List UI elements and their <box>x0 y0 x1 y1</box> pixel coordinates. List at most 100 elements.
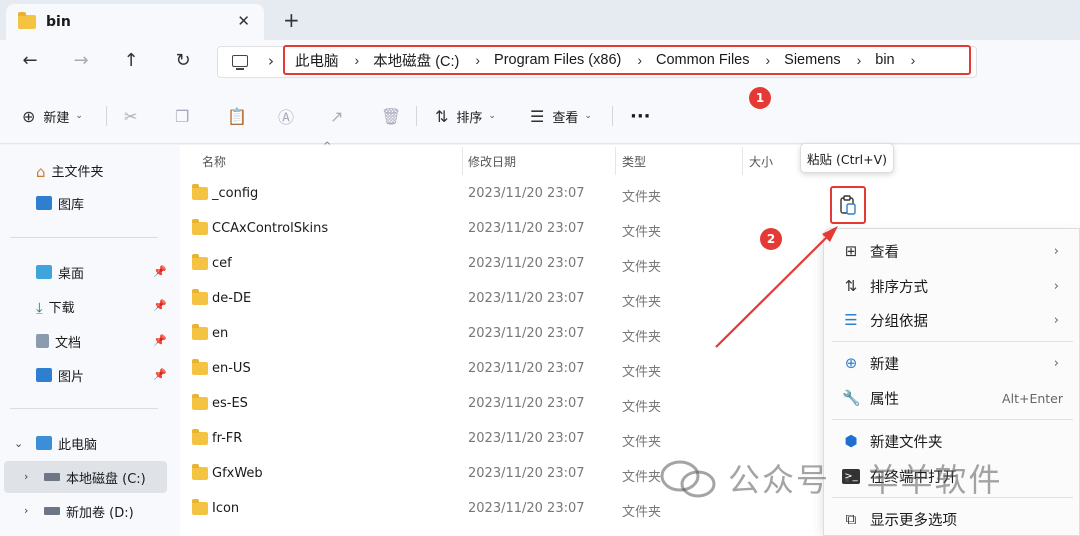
chevron-right-icon[interactable]: › <box>24 504 28 517</box>
breadcrumb-program-files[interactable]: Program Files (x86) <box>494 52 621 68</box>
sidebar-item-label: 主文件夹 <box>51 164 104 180</box>
paste-button[interactable]: 📋 <box>227 104 255 128</box>
tab-bin[interactable]: bin ✕ <box>6 4 264 40</box>
more-options-button[interactable]: ··· <box>630 104 651 128</box>
sidebar-item-desktop[interactable]: 桌面 <box>36 257 84 287</box>
grid-icon: ⊞ <box>844 242 858 260</box>
file-name: cef <box>212 256 232 271</box>
cut-button[interactable]: ✂ <box>124 104 145 128</box>
breadcrumb-bin[interactable]: bin <box>875 52 894 68</box>
file-name: en <box>212 326 229 341</box>
pin-icon[interactable]: 📌 <box>153 299 167 312</box>
menu-item-new-folder[interactable]: ⬢ 新建文件夹 <box>824 424 1080 458</box>
sort-icon: ⇅ <box>435 106 449 126</box>
pin-icon[interactable]: 📌 <box>153 334 167 347</box>
up-button[interactable]: ↑ <box>117 50 145 74</box>
wrench-icon: 🔧 <box>842 389 861 407</box>
new-tab-button[interactable]: + <box>283 8 300 32</box>
sidebar-item-downloads[interactable]: ⤓ 下载 <box>36 291 75 321</box>
sidebar-item-pictures[interactable]: 图片 <box>36 360 84 390</box>
file-row[interactable]: _config 2023/11/20 23:07 文件夹 <box>180 178 820 213</box>
menu-item-label: 属性 <box>870 391 899 408</box>
menu-item-group-by[interactable]: ☰ 分组依据 › <box>824 303 1080 337</box>
menu-item-show-more[interactable]: ⧉ 显示更多选项 <box>824 502 1080 536</box>
column-divider[interactable] <box>615 147 616 175</box>
sidebar-item-label: 新加卷 (D:) <box>66 505 134 521</box>
share-button[interactable]: ↗ <box>330 104 351 128</box>
list-icon: ☰ <box>844 311 858 329</box>
chevron-right-icon[interactable]: › <box>475 52 480 68</box>
divider <box>832 419 1073 420</box>
close-tab-icon[interactable]: ✕ <box>237 12 250 30</box>
column-header-date[interactable]: 修改日期 <box>468 153 516 170</box>
copy-button[interactable]: ❐ <box>175 104 197 128</box>
chevron-right-icon[interactable]: › <box>24 470 28 483</box>
desktop-icon <box>36 265 52 279</box>
menu-item-label: 新建 <box>870 356 899 373</box>
file-row[interactable]: CCAxControlSkins 2023/11/20 23:07 文件夹 <box>180 213 820 248</box>
menu-item-properties[interactable]: 🔧 属性 Alt+Enter <box>824 381 1080 415</box>
sidebar-item-this-pc[interactable]: 此电脑 <box>36 428 97 458</box>
sidebar-item-home[interactable]: ⌂ 主文件夹 <box>36 155 104 185</box>
sidebar-item-label: 图片 <box>58 369 85 385</box>
folder-icon <box>192 289 208 305</box>
column-divider[interactable] <box>462 147 463 175</box>
sidebar-item-local-disk-c[interactable]: 本地磁盘 (C:) <box>44 462 146 492</box>
column-header-name[interactable]: 名称 <box>202 153 226 170</box>
sidebar-item-documents[interactable]: 文档 <box>36 326 81 356</box>
view-button[interactable]: ☰ 查看 ⌄ <box>530 104 592 128</box>
new-button[interactable]: ⊕ 新建 ⌄ <box>22 104 83 128</box>
file-date: 2023/11/20 23:07 <box>468 431 585 446</box>
file-row[interactable]: de-DE 2023/11/20 23:07 文件夹 <box>180 283 820 318</box>
file-row[interactable]: en 2023/11/20 23:07 文件夹 <box>180 318 820 353</box>
chevron-right-icon[interactable]: › <box>857 52 862 68</box>
file-date: 2023/11/20 23:07 <box>468 291 585 306</box>
context-paste-button[interactable] <box>830 186 866 224</box>
watermark: 公众号 · 羊羊软件 <box>658 455 1003 501</box>
chevron-down-icon: ⌄ <box>584 111 592 121</box>
sidebar-item-gallery[interactable]: 图库 <box>36 188 84 218</box>
chevron-down-icon[interactable]: ⌄ <box>14 437 23 450</box>
computer-icon <box>36 436 52 450</box>
file-row[interactable]: en-US 2023/11/20 23:07 文件夹 <box>180 353 820 388</box>
folder-icon <box>192 394 208 410</box>
folder-icon <box>192 219 208 235</box>
trash-icon: 🗑 <box>381 106 402 126</box>
chevron-right-icon[interactable]: › <box>911 52 916 68</box>
breadcrumb-this-pc[interactable]: 此电脑 <box>295 50 339 71</box>
delete-button[interactable]: 🗑 <box>381 104 409 128</box>
rename-button[interactable]: Ⓐ <box>278 104 302 128</box>
refresh-button[interactable]: ↻ <box>169 50 197 74</box>
breadcrumb-siemens[interactable]: Siemens <box>784 52 840 68</box>
menu-item-sort-by[interactable]: ⇅ 排序方式 › <box>824 269 1080 303</box>
scissors-icon: ✂ <box>124 106 138 126</box>
menu-item-view[interactable]: ⊞ 查看 › <box>824 234 1080 268</box>
file-type: 文件夹 <box>622 190 662 205</box>
sort-button[interactable]: ⇅ 排序 ⌄ <box>435 104 496 128</box>
file-row[interactable]: es-ES 2023/11/20 23:07 文件夹 <box>180 388 820 423</box>
breadcrumb-common-files[interactable]: Common Files <box>656 52 749 68</box>
wechat-logo-icon <box>660 460 716 498</box>
shortcut-label: Alt+Enter <box>1002 390 1063 406</box>
pin-icon[interactable]: 📌 <box>153 265 167 278</box>
sidebar-item-new-volume-d[interactable]: 新加卷 (D:) <box>44 496 134 526</box>
column-header-type[interactable]: 类型 <box>622 153 646 170</box>
back-button[interactable]: ← <box>16 50 44 74</box>
sidebar-item-label: 桌面 <box>58 266 85 282</box>
file-row[interactable]: cef 2023/11/20 23:07 文件夹 <box>180 248 820 283</box>
divider <box>10 237 158 238</box>
file-name: en-US <box>212 361 251 376</box>
chevron-right-icon[interactable]: › <box>355 52 360 68</box>
new-label: 新建 <box>43 110 70 126</box>
menu-item-new[interactable]: ⊕ 新建 › <box>824 346 1080 380</box>
forward-button[interactable]: → <box>67 50 95 74</box>
folder-icon <box>192 429 208 445</box>
chevron-right-icon[interactable]: › <box>637 52 642 68</box>
file-row[interactable]: fr-FR 2023/11/20 23:07 文件夹 <box>180 423 820 458</box>
chevron-right-icon[interactable]: › <box>765 52 770 68</box>
column-divider[interactable] <box>742 147 743 175</box>
chevron-right-icon: › <box>268 52 274 70</box>
column-header-size[interactable]: 大小 <box>749 153 773 170</box>
pin-icon[interactable]: 📌 <box>153 368 167 381</box>
breadcrumb-local-disk[interactable]: 本地磁盘 (C:) <box>373 50 459 71</box>
